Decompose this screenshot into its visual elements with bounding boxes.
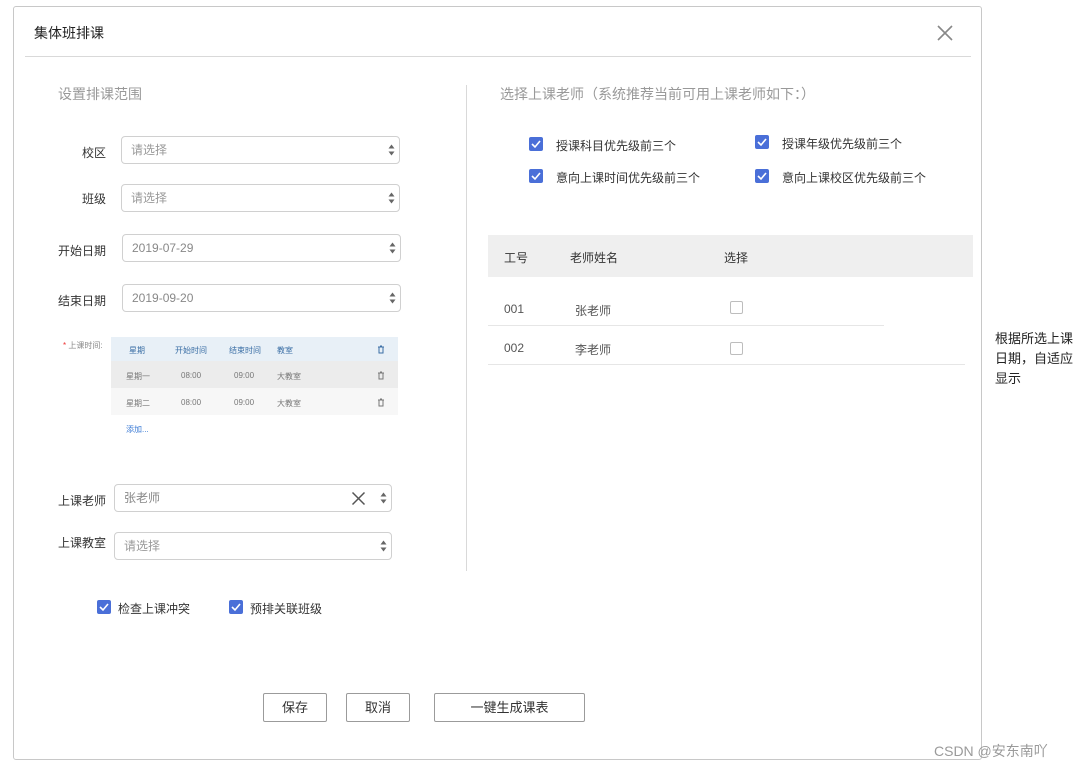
prearrange-linked-label: 预排关联班级 (250, 602, 323, 616)
filter-grade-checkbox[interactable] (755, 135, 769, 149)
section-divider (466, 85, 467, 571)
row1-id: 001 (504, 302, 525, 316)
select-arrows-icon (380, 492, 387, 504)
header-divider (25, 56, 971, 57)
end-date-value: 2019-09-20 (132, 291, 194, 305)
schedule-row1-day: 星期一 (126, 372, 150, 381)
row-divider (488, 325, 884, 326)
class-select[interactable]: 请选择 (121, 184, 400, 212)
campus-select[interactable]: 请选择 (121, 136, 400, 164)
dialog-title: 集体班排课 (34, 25, 104, 41)
schedule-header-start: 开始时间 (175, 346, 207, 355)
select-arrows-icon (389, 292, 396, 304)
select-arrows-icon (388, 192, 395, 204)
schedule-row1-end: 09:00 (234, 371, 255, 380)
classroom-select[interactable]: 请选择 (114, 532, 392, 560)
generate-schedule-button[interactable]: 一键生成课表 (434, 693, 585, 722)
schedule-row1-start: 08:00 (181, 371, 202, 380)
schedule-row2-room: 大教室 (277, 399, 301, 408)
header-select: 选择 (724, 251, 749, 265)
schedule-row2-end: 09:00 (234, 398, 255, 407)
filter-subject-checkbox[interactable] (529, 137, 543, 151)
class-placeholder: 请选择 (131, 191, 168, 205)
filter-time-checkbox[interactable] (529, 169, 543, 183)
filter-time-label: 意向上课时间优先级前三个 (556, 171, 701, 185)
schedule-header-end: 结束时间 (229, 346, 261, 355)
trash-icon[interactable] (377, 371, 385, 380)
start-date-select[interactable]: 2019-07-29 (122, 234, 401, 262)
end-date-select[interactable]: 2019-09-20 (122, 284, 401, 312)
end-date-label: 结束日期 (58, 294, 107, 308)
check-icon (99, 603, 109, 612)
row1-select-checkbox[interactable] (730, 301, 743, 314)
check-icon (531, 172, 541, 181)
trash-icon[interactable] (377, 345, 385, 354)
clear-icon[interactable] (351, 491, 366, 506)
schedule-row1-room: 大教室 (277, 372, 301, 381)
filter-subject-label: 授课科目优先级前三个 (556, 139, 677, 153)
select-arrows-icon (388, 144, 395, 156)
teacher-select[interactable]: 张老师 (114, 484, 392, 512)
check-icon (531, 140, 541, 149)
teacher-value: 张老师 (124, 491, 161, 505)
required-mark: * (63, 341, 67, 350)
schedule-row2-start: 08:00 (181, 398, 202, 407)
save-button[interactable]: 保存 (263, 693, 327, 722)
campus-placeholder: 请选择 (131, 143, 168, 157)
schedule-table: 星期 开始时间 结束时间 教室 星期一 08:00 09:00 大教室 星期二 … (111, 337, 398, 417)
schedule-label: * 上课时间: (63, 340, 103, 351)
trash-icon[interactable] (377, 398, 385, 407)
check-icon (757, 138, 767, 147)
teacher-label: 上课老师 (58, 494, 107, 508)
campus-label: 校区 (82, 146, 107, 160)
start-date-label: 开始日期 (58, 244, 107, 258)
select-arrows-icon (380, 540, 387, 552)
schedule-add-link[interactable]: 添加... (126, 424, 149, 435)
header-id: 工号 (504, 251, 529, 265)
schedule-dialog: 集体班排课 设置排课范围 校区 请选择 班级 请选择 开始日期 2019-07-… (13, 6, 982, 760)
header-name: 老师姓名 (570, 251, 619, 265)
table-row (111, 361, 398, 388)
classroom-label: 上课教室 (58, 536, 107, 550)
right-section-title: 选择上课老师（系统推荐当前可用上课老师如下：） (500, 86, 815, 102)
filter-grade-label: 授课年级优先级前三个 (782, 137, 903, 151)
check-icon (757, 172, 767, 181)
schedule-header-room: 教室 (277, 346, 293, 355)
row-divider (488, 364, 965, 365)
select-arrows-icon (389, 242, 396, 254)
cancel-button[interactable]: 取消 (346, 693, 410, 722)
filter-campus-label: 意向上课校区优先级前三个 (782, 171, 927, 185)
schedule-label-text: 上课时间: (68, 341, 103, 350)
schedule-header-day: 星期 (129, 346, 145, 355)
filter-campus-checkbox[interactable] (755, 169, 769, 183)
check-conflict-checkbox[interactable] (97, 600, 111, 614)
classroom-placeholder: 请选择 (124, 539, 161, 553)
row1-name: 张老师 (575, 304, 612, 318)
schedule-row2-day: 星期二 (126, 399, 150, 408)
prearrange-linked-checkbox[interactable] (229, 600, 243, 614)
teacher-table-header: 工号 老师姓名 选择 (488, 235, 973, 277)
side-annotation: 根据所选上课日期，自适应显示 (995, 331, 1074, 386)
row2-id: 002 (504, 341, 525, 355)
start-date-value: 2019-07-29 (132, 241, 194, 255)
left-section-title: 设置排课范围 (58, 86, 142, 102)
row2-select-checkbox[interactable] (730, 342, 743, 355)
close-icon[interactable] (936, 24, 954, 42)
check-icon (231, 603, 241, 612)
class-label: 班级 (82, 192, 107, 206)
row2-name: 李老师 (575, 343, 612, 357)
watermark: CSDN @安东南吖 (934, 743, 1048, 759)
table-row (111, 388, 398, 415)
check-conflict-label: 检查上课冲突 (118, 602, 191, 616)
